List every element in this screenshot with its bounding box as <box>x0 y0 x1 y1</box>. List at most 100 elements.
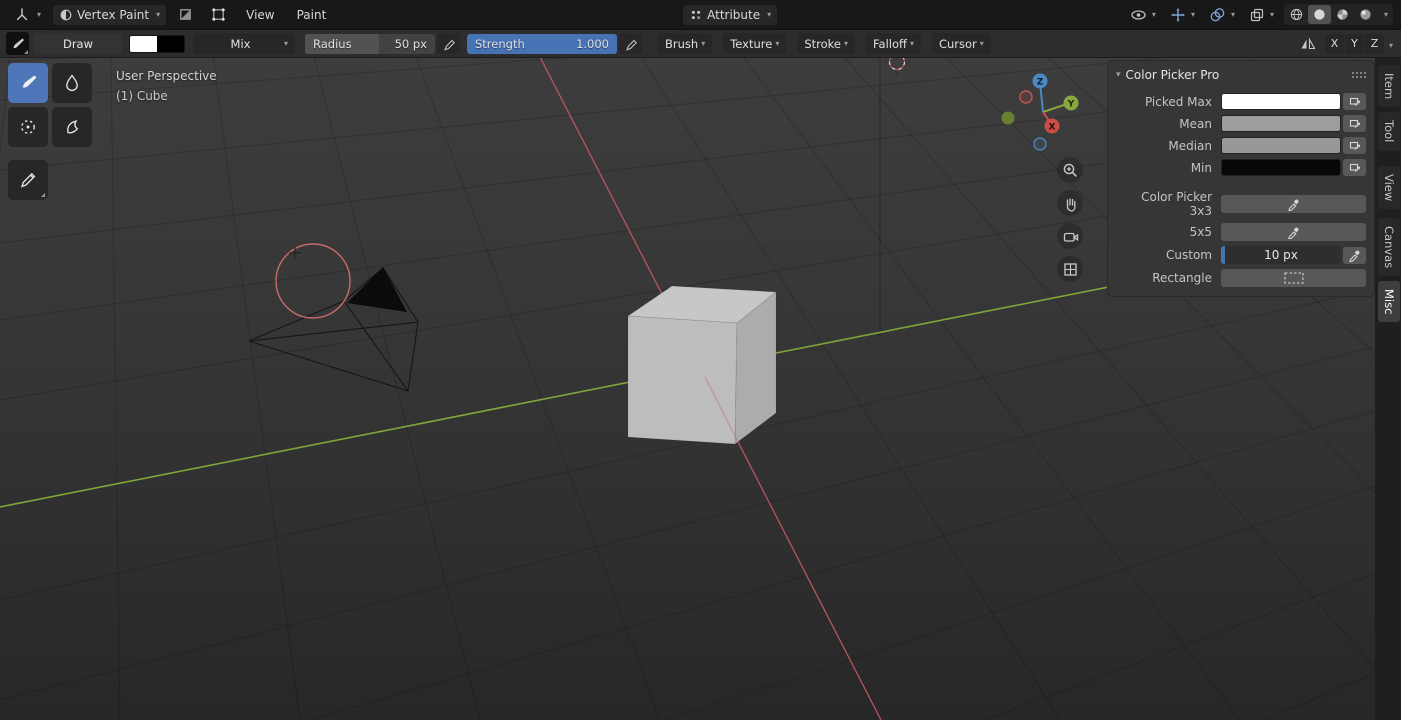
strength-pressure-button[interactable] <box>619 33 642 54</box>
overlays-icon <box>1210 7 1225 21</box>
xray-icon <box>1250 8 1264 21</box>
color-row-picked-max: Picked Max <box>1116 93 1366 110</box>
shading-material-button[interactable] <box>1331 5 1354 24</box>
radius-slider[interactable]: Radius 50 px <box>305 33 435 54</box>
mean-swatch[interactable] <box>1221 115 1341 132</box>
mirror-y-button[interactable]: Y <box>1344 33 1364 54</box>
average-stipple-icon <box>21 120 35 134</box>
popover-label: Falloff <box>873 36 907 51</box>
gizmos-dropdown[interactable]: ▾ <box>1166 5 1199 25</box>
tab-tool[interactable]: Tool <box>1378 112 1400 151</box>
tool-settings-bar: Draw Mix ▾ Radius 50 px Strength 1.000 B… <box>0 30 1401 58</box>
chevron-down-icon: ▾ <box>156 9 161 19</box>
eye-icon <box>1131 9 1146 20</box>
chevron-down-icon: ▾ <box>979 38 984 48</box>
median-swatch[interactable] <box>1221 137 1341 154</box>
tab-canvas[interactable]: Canvas <box>1378 217 1400 277</box>
popover-stroke[interactable]: Stroke ▾ <box>797 33 855 54</box>
brush-preview-button[interactable] <box>6 32 29 55</box>
min-sample-button[interactable] <box>1343 159 1366 176</box>
color-row-median: Median <box>1116 137 1366 154</box>
sample-screen-icon <box>1349 163 1360 172</box>
menu-view[interactable]: View <box>238 4 282 26</box>
gizmo-neg-x-ball[interactable] <box>1019 90 1033 104</box>
cursor-3d <box>884 58 910 75</box>
blend-mode-label: Mix <box>230 36 251 51</box>
picker-custom-button[interactable] <box>1343 246 1366 264</box>
viewport-3d[interactable]: Z Y X User Perspective (1) Cube ▾ Color … <box>0 58 1401 720</box>
vertex-mask-toggle[interactable] <box>205 4 232 25</box>
xray-dropdown[interactable]: ▾ <box>1245 5 1278 25</box>
popover-label: Brush <box>665 36 699 51</box>
menu-paint[interactable]: Paint <box>289 4 335 26</box>
brush-name-button[interactable]: Draw <box>34 33 122 54</box>
radius-pressure-button[interactable] <box>437 33 460 54</box>
picker-5x5-button[interactable] <box>1221 223 1366 241</box>
active-object-label: (1) Cube <box>116 89 168 103</box>
shading-options-dropdown[interactable]: ▾ <box>1377 9 1392 21</box>
mean-sample-button[interactable] <box>1343 115 1366 132</box>
panel-header[interactable]: ▾ Color Picker Pro <box>1116 66 1366 88</box>
mirror-z-button[interactable]: Z <box>1364 33 1384 54</box>
popover-falloff[interactable]: Falloff ▾ <box>866 33 921 54</box>
chevron-down-icon: ▾ <box>767 9 772 19</box>
blend-mode-dropdown[interactable]: Mix ▾ <box>193 33 295 54</box>
shading-solid-button[interactable] <box>1307 5 1331 24</box>
chevron-down-icon: ▾ <box>701 38 706 48</box>
dashed-rectangle-icon <box>1283 272 1304 284</box>
picked-max-sample-button[interactable] <box>1343 93 1366 110</box>
zoom-button[interactable] <box>1057 157 1083 183</box>
rectangle-select-button[interactable] <box>1221 269 1366 287</box>
panel-collapse-icon[interactable]: ▾ <box>1116 70 1121 80</box>
tab-misc[interactable]: Misc <box>1378 281 1400 323</box>
picker-3x3-button[interactable] <box>1221 195 1366 213</box>
mode-dropdown[interactable]: Vertex Paint ▾ <box>53 4 167 25</box>
sample-screen-icon <box>1349 97 1360 106</box>
tab-item[interactable]: Item <box>1378 65 1400 108</box>
tab-view[interactable]: View <box>1378 165 1400 209</box>
tool-smear-button[interactable] <box>52 107 92 147</box>
toolbar-options-dropdown[interactable]: ▾ <box>1384 35 1395 53</box>
secondary-color-swatch[interactable] <box>157 35 184 52</box>
brush-cursor-circle <box>275 243 351 319</box>
navigation-gizmo[interactable]: Z Y X <box>1001 73 1079 151</box>
corner-arrow-icon <box>24 50 28 54</box>
chevron-down-icon: ▾ <box>283 38 288 48</box>
custom-size-slider[interactable]: 10 px <box>1221 246 1341 264</box>
row-label: Rectangle <box>1152 271 1212 285</box>
picked-max-swatch[interactable] <box>1221 93 1341 110</box>
primary-color-swatch[interactable] <box>130 35 157 52</box>
editor-type-dropdown[interactable]: ▾ <box>8 4 47 26</box>
ortho-toggle-button[interactable] <box>1057 256 1083 282</box>
min-swatch[interactable] <box>1221 159 1341 176</box>
eyedropper-icon <box>1348 250 1359 262</box>
popover-cursor[interactable]: Cursor ▾ <box>931 33 991 54</box>
chevron-down-icon: ▾ <box>37 9 42 19</box>
attribute-label: Attribute <box>707 7 761 22</box>
face-mask-toggle[interactable] <box>172 4 199 25</box>
pan-button[interactable] <box>1057 190 1083 216</box>
median-sample-button[interactable] <box>1343 137 1366 154</box>
eyedropper-icon <box>1287 199 1298 211</box>
cube-object[interactable] <box>626 285 778 446</box>
viewport-info-text: User Perspective (1) Cube <box>116 66 217 106</box>
popover-brush[interactable]: Brush ▾ <box>658 33 713 54</box>
eyedropper-icon <box>1287 227 1298 239</box>
mirror-x-button[interactable]: X <box>1324 33 1344 54</box>
overlays-dropdown[interactable]: ▾ <box>1205 5 1239 25</box>
shading-rendered-button[interactable] <box>1354 5 1377 24</box>
tool-average-button[interactable] <box>8 107 48 147</box>
tool-annotate-button[interactable] <box>8 160 48 200</box>
drag-handle-icon[interactable] <box>1351 71 1366 79</box>
shading-wireframe-button[interactable] <box>1285 5 1308 24</box>
visibility-dropdown[interactable]: ▾ <box>1126 5 1160 25</box>
strength-slider[interactable]: Strength 1.000 <box>467 33 617 54</box>
attribute-dropdown[interactable]: Attribute ▾ <box>683 4 778 25</box>
popover-texture[interactable]: Texture ▾ <box>723 33 787 54</box>
tool-draw-button[interactable] <box>8 63 48 103</box>
chevron-down-icon: ▾ <box>843 38 848 48</box>
camera-view-button[interactable] <box>1057 223 1083 249</box>
tool-blur-button[interactable] <box>52 63 92 103</box>
gizmo-neg-z-ball[interactable] <box>1033 137 1047 151</box>
gizmo-neg-y-ball[interactable] <box>1001 111 1015 125</box>
